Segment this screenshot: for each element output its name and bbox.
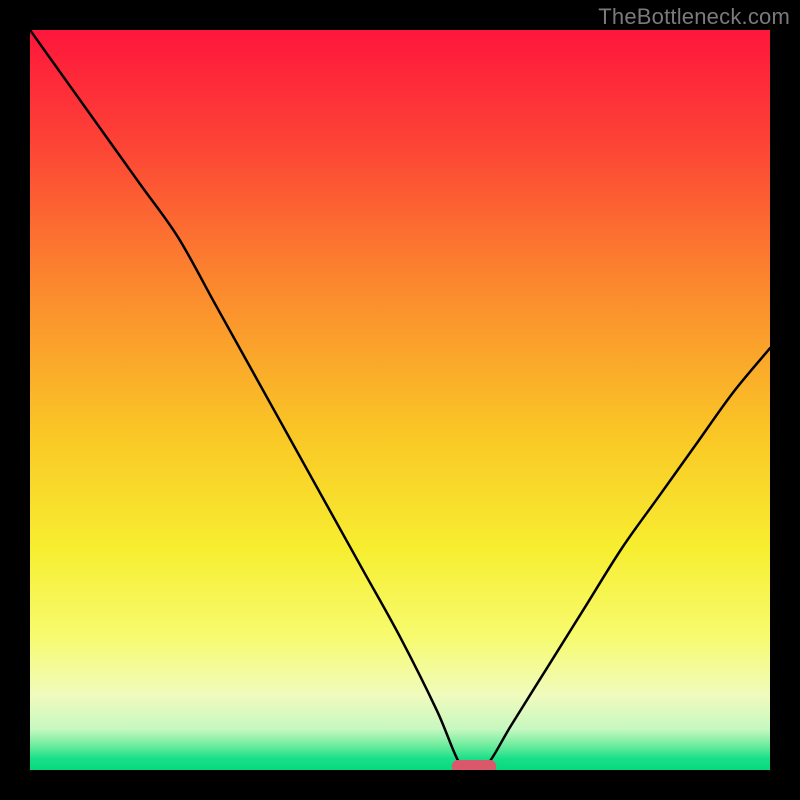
chart-frame: TheBottleneck.com	[0, 0, 800, 800]
plot-area	[30, 30, 770, 770]
watermark-text: TheBottleneck.com	[598, 4, 790, 30]
gradient-background	[30, 30, 770, 770]
bottleneck-chart	[30, 30, 770, 770]
optimal-marker	[452, 760, 496, 770]
